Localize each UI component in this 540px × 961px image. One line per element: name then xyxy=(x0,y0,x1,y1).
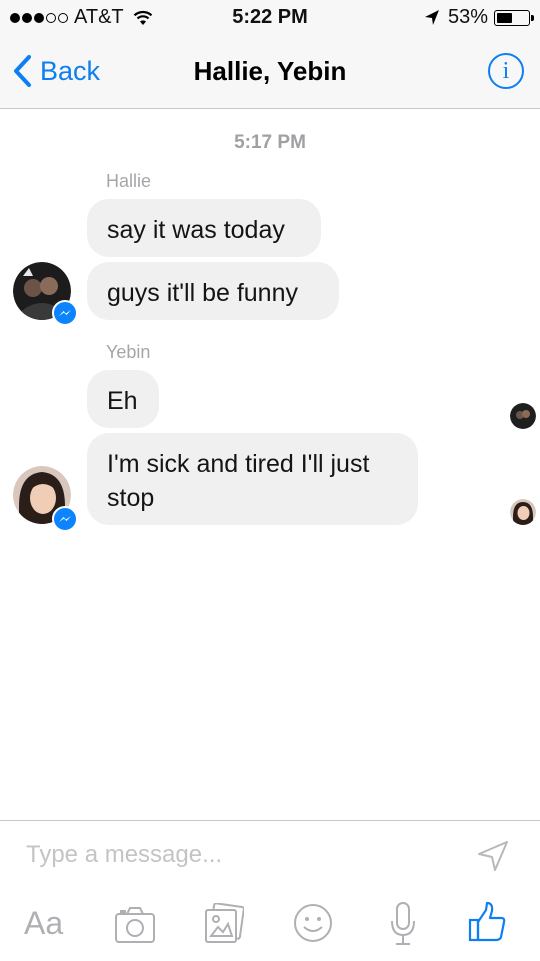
emoji-icon[interactable] xyxy=(293,903,333,943)
microphone-icon[interactable] xyxy=(388,901,418,947)
text-format-icon[interactable]: Aa xyxy=(24,905,63,942)
message-bubble[interactable]: guys it'll be funny xyxy=(87,262,339,320)
battery-group: 53% xyxy=(424,6,534,29)
status-bar: AT&T 5:22 PM 53% xyxy=(0,0,540,36)
sender-name: Hallie xyxy=(106,171,152,191)
messenger-badge-icon xyxy=(52,300,78,326)
composer-toolbar: Aa xyxy=(0,901,540,955)
camera-icon[interactable] xyxy=(114,905,156,945)
messenger-badge-icon xyxy=(52,506,78,532)
read-receipt-avatar xyxy=(510,499,536,525)
gallery-icon[interactable] xyxy=(204,903,244,945)
message-bubble[interactable]: I'm sick and tired I'll just stop xyxy=(87,433,418,525)
message-timestamp: 5:17 PM xyxy=(234,132,306,153)
message-text: Eh xyxy=(107,387,138,415)
message-text: say it was today xyxy=(107,216,285,244)
message-text: guys it'll be funny xyxy=(107,279,298,307)
message-bubble[interactable]: say it was today xyxy=(87,199,321,257)
send-icon[interactable] xyxy=(476,839,510,873)
composer: Type a message... Aa xyxy=(0,820,540,961)
nav-bar: Back Hallie, Yebin i xyxy=(0,36,540,109)
message-input[interactable]: Type a message... xyxy=(26,841,222,869)
battery-percent: 53% xyxy=(447,6,488,28)
thumbs-up-icon[interactable] xyxy=(467,901,507,943)
read-receipt-avatar xyxy=(510,403,536,429)
message-bubble[interactable]: Eh xyxy=(87,370,159,428)
battery-icon xyxy=(494,9,534,26)
location-arrow-icon xyxy=(424,9,439,25)
info-icon[interactable]: i xyxy=(488,53,524,89)
conversation-title: Hallie, Yebin xyxy=(193,56,347,86)
sender-name: Yebin xyxy=(106,342,151,362)
message-text: I'm sick and tired I'll just stop xyxy=(107,450,370,512)
